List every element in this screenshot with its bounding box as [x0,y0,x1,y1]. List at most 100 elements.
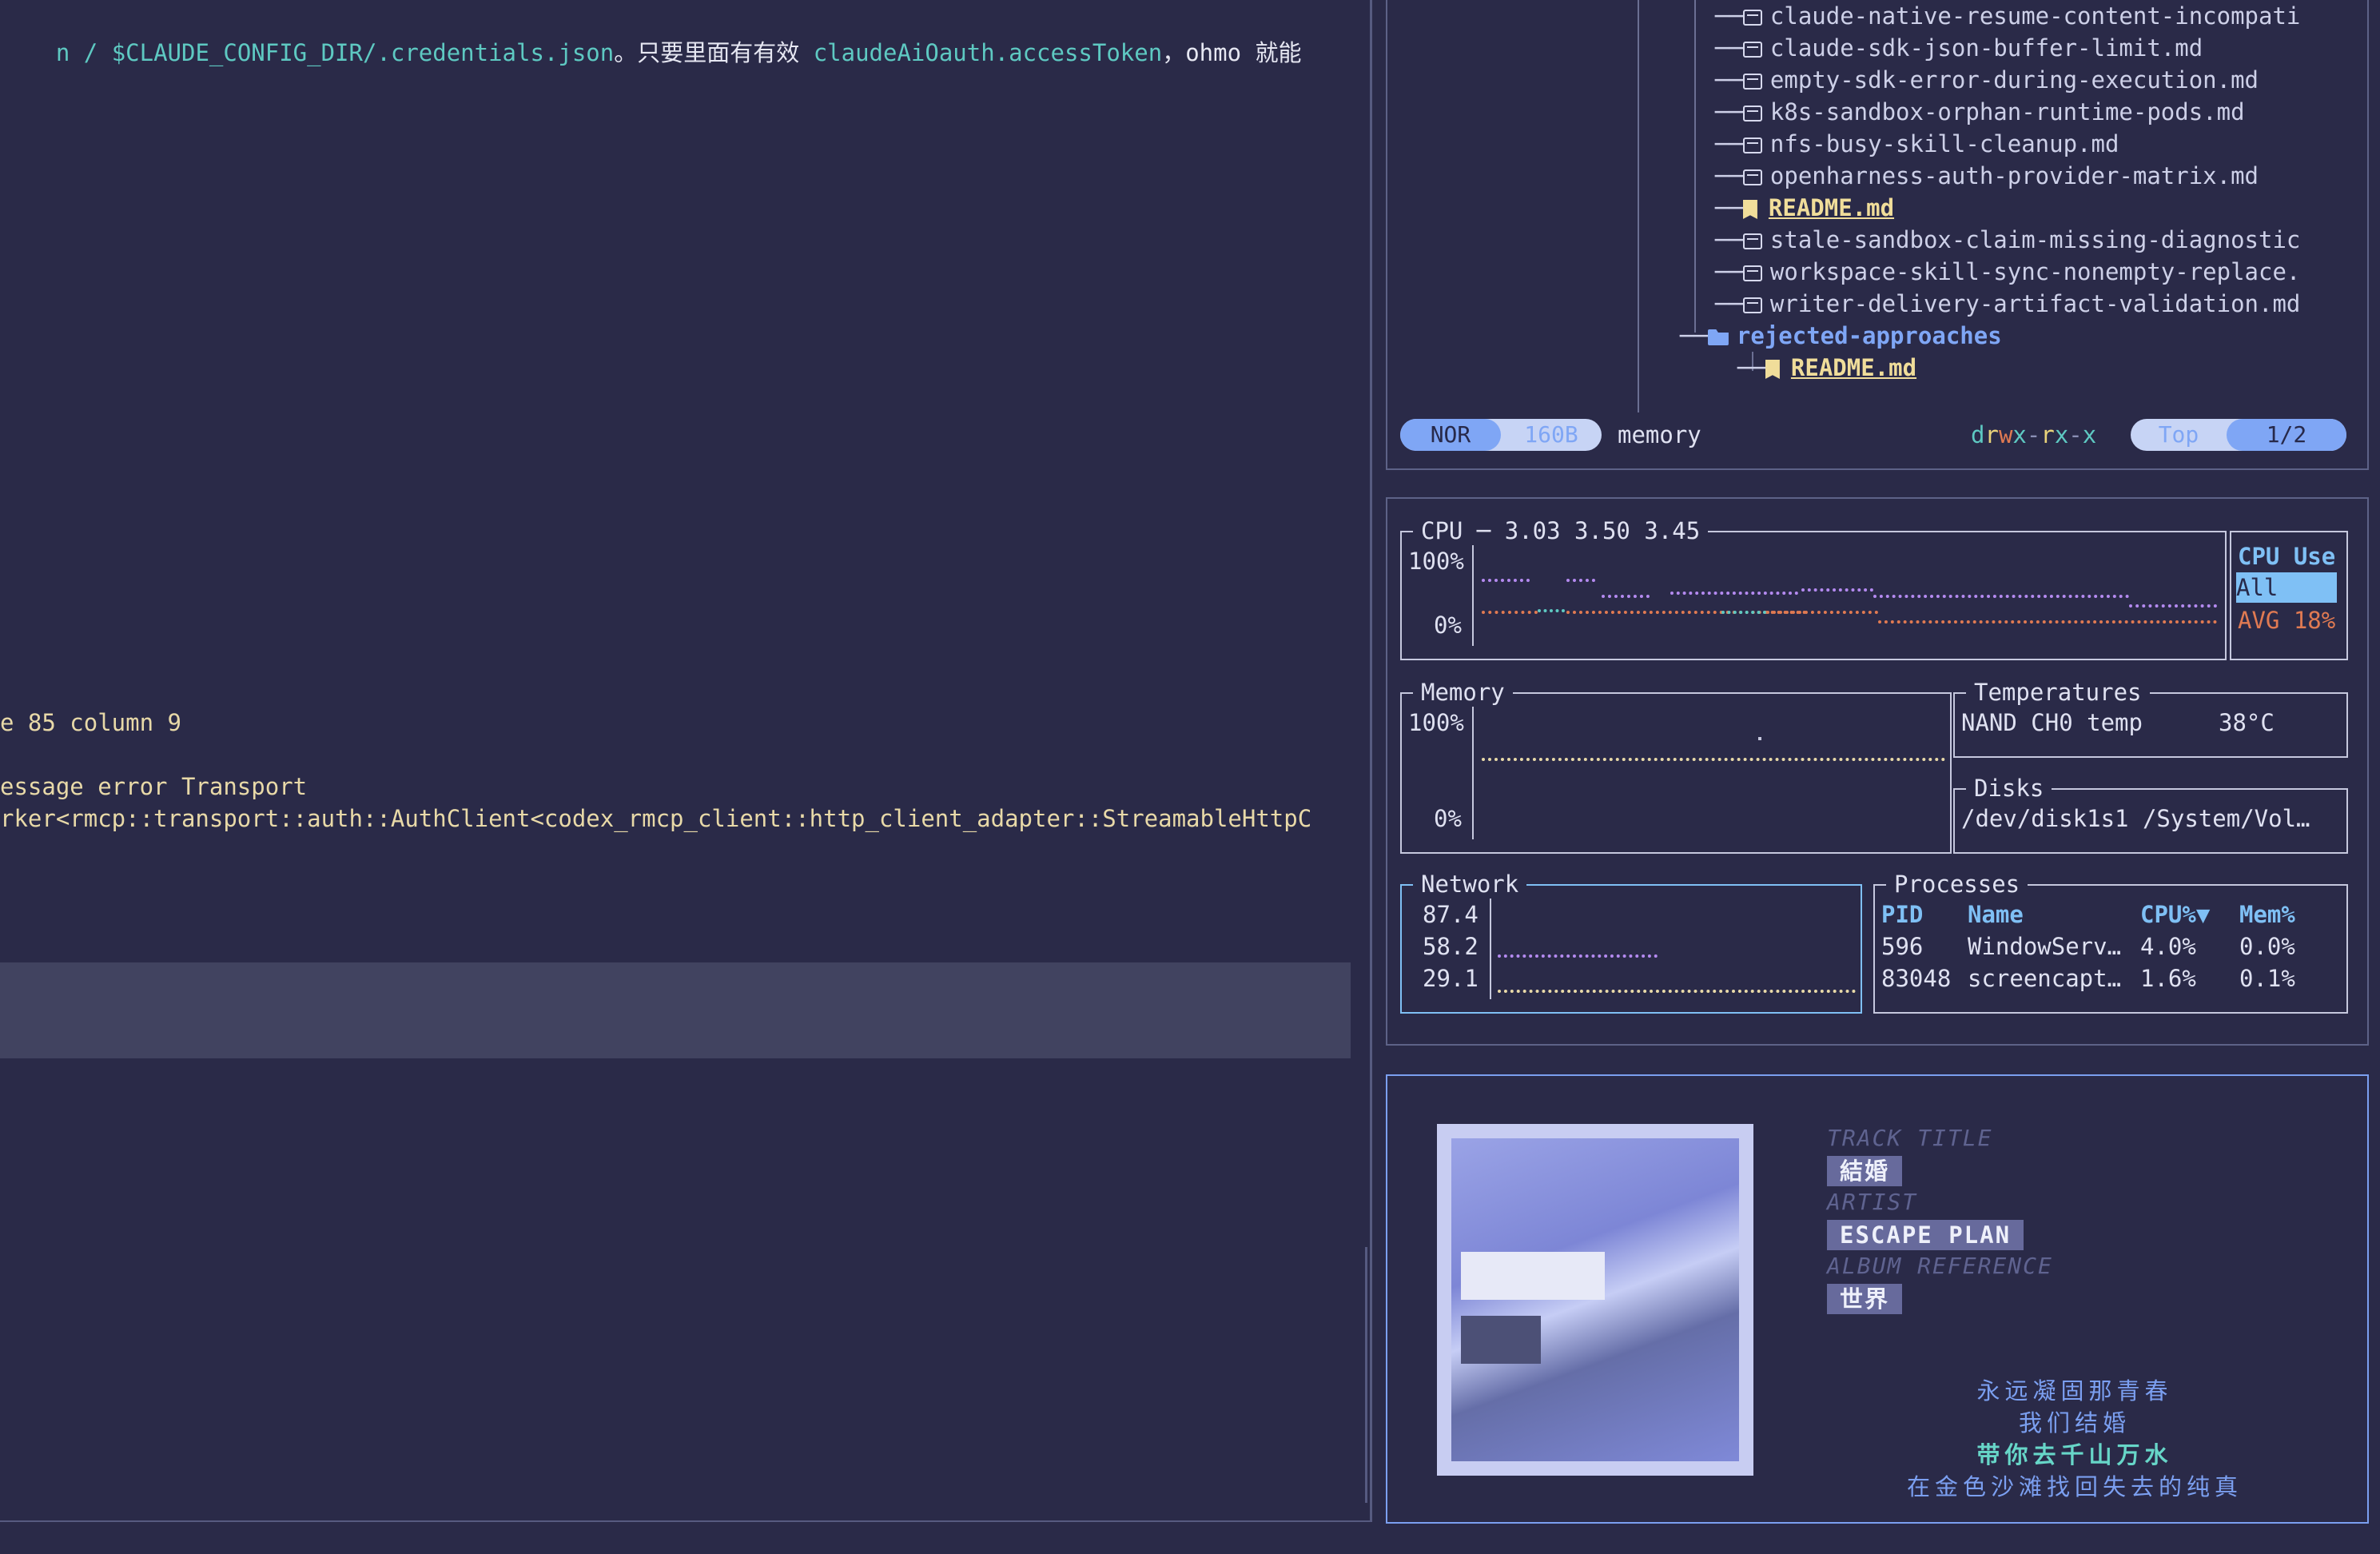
cpu-use-all-option[interactable]: All [2236,572,2337,603]
proc-header-name[interactable]: Name [1968,899,2024,930]
perm-char: - [2026,421,2041,448]
lyric-line: 永远凝固那青春 [1976,1377,2173,1405]
cpu-graph-segment [1538,609,1565,612]
cpu-graph-segment [1766,611,1878,614]
proc-header-mem[interactable]: Mem% [2239,899,2295,930]
perm-char: r [1984,421,1999,448]
text-seg: n / [55,39,112,66]
cpu-use-box[interactable]: CPU Use All AVG 18% [2230,531,2348,660]
file-name: k8s-sandbox-orphan-runtime-pods.md [1769,98,2245,126]
proc-pid[interactable]: 596 [1881,930,1923,962]
position-line: e 85 column 9 [0,709,181,736]
tree-item-file[interactable]: ── nfs-busy-skill-cleanup.md [1715,128,2119,160]
temperatures-box: Temperatures NAND CH0 temp 38°C [1953,676,2348,758]
cpu-use-avg: AVG 18% [2238,607,2336,634]
proc-pid[interactable]: 83048 [1881,962,1951,994]
network-tick: 29.1 [1423,965,1479,992]
temp-sensor-value: 38°C [2219,709,2275,736]
cpu-use-title: CPU Use [2238,543,2336,570]
file-name: stale-sandbox-claim-missing-diagnostic [1769,226,2301,253]
tree-item-file[interactable]: ── writer-delivery-artifact-validation.md [1715,288,2300,320]
tree-item-file[interactable]: ── k8s-sandbox-orphan-runtime-pods.md [1715,96,2245,128]
proc-mem[interactable]: 0.0% [2239,930,2295,962]
processes-box[interactable]: Processes PID Name CPU%▼ Mem% 596 Window… [1873,868,2348,1014]
proc-cpu[interactable]: 1.6% [2140,962,2196,994]
network-tick: 87.4 [1423,901,1479,928]
perm-char: r [2040,421,2055,448]
cpu-graph-segment [1721,611,1766,614]
tree-item-file[interactable]: ── stale-sandbox-claim-missing-diagnostic [1715,224,2300,256]
album-art[interactable] [1437,1124,1753,1476]
perm-char: d [1971,421,1985,448]
markdown-icon [1742,265,1762,281]
cpu-axis-min: 0% [1434,612,1462,639]
markdown-icon [1742,233,1762,249]
tree-item-file[interactable]: ── workspace-skill-sync-nonempty-replace. [1715,256,2300,288]
tree-item-file[interactable]: ── openharness-auth-provider-matrix.md [1715,160,2259,192]
album-art-shadow [1461,1316,1541,1364]
right-column: ── claude-native-resume-content-incompati… [1379,0,2370,1554]
file-name: README.md [1790,354,1917,381]
current-dir-name: memory [1618,421,1701,448]
text-seg: 。只要里面有有效 [614,39,814,66]
permissions: drwx-rx-x [1971,419,2096,451]
markdown-icon [1742,137,1762,153]
tree-item-file[interactable]: ── README.md [1715,192,1894,224]
folder-name: rejected-approaches [1736,322,2002,349]
cpu-graph-segment [1873,595,2129,598]
album-art-image [1451,1138,1739,1461]
network-title: Network [1413,868,1527,900]
file-name: writer-delivery-artifact-validation.md [1769,290,2301,317]
proc-cpu[interactable]: 4.0% [2140,930,2196,962]
bookmark-icon [1765,360,1780,379]
file-name: workspace-skill-sync-nonempty-replace. [1769,258,2301,285]
proc-mem[interactable]: 0.1% [2239,962,2295,994]
bookmark-icon [1742,200,1757,219]
tree-item-file[interactable]: ── claude-sdk-json-buffer-limit.md [1715,32,2203,64]
memory-title: Memory [1413,676,1513,708]
tree-item-rejected-approaches[interactable]: ── rejected-approaches [1680,320,2002,352]
cpu-graph-segment [1670,592,1798,595]
lyric-line: 我们结婚 [2018,1409,2131,1436]
pane-split-handle[interactable] [1365,1247,1367,1503]
config-path: $CLAUDE_CONFIG_DIR/.credentials.json [111,39,615,66]
disks-title: Disks [1966,772,2052,804]
network-graph-upload [1498,954,1658,958]
network-box: Network 87.4 58.2 29.1 [1400,868,1862,1014]
disk-row: /dev/disk1s1 /System/Vol… [1961,805,2310,832]
cpu-graph-segment [1482,579,1530,582]
proc-header-cpu[interactable]: CPU%▼ [2140,899,2210,930]
tree-item-file[interactable]: ── empty-sdk-error-during-execution.md [1715,64,2259,96]
proc-name[interactable]: WindowServ… [1968,930,2121,962]
credentials-line: n / $CLAUDE_CONFIG_DIR/.credentials.json… [0,5,1302,101]
markdown-icon [1742,42,1762,58]
network-graph-download [1498,990,1856,993]
scroll-position: Top [2158,421,2199,448]
editor-pane[interactable]: n / $CLAUDE_CONFIG_DIR/.credentials.json… [0,0,1372,1522]
system-monitor-panel: CPU ─ 3.03 3.50 3.45 100% 0% CPU Use All… [1386,497,2369,1046]
perm-char: x [2082,421,2097,448]
cpu-box: CPU ─ 3.03 3.50 3.45 100% 0% [1400,515,2227,660]
cpu-graph-segment [1566,579,1595,582]
input-highlight-bar[interactable] [0,962,1351,1058]
text-seg: ，ohmo 就能 [1162,39,1302,66]
memory-axis-min: 0% [1434,805,1462,832]
lyric-line: 在金色沙滩找回失去的纯真 [1906,1473,2243,1500]
error-line-2: rker<rmcp::transport::auth::AuthClient<c… [0,805,1312,832]
memory-box: Memory 100% 0% [1400,676,1952,854]
track-title-label: TRACK TITLE [1827,1125,1993,1151]
tree-item-folder-readme[interactable]: ── README.md [1737,352,1916,384]
perm-char: - [2068,421,2083,448]
temp-sensor-name: NAND CH0 temp [1961,709,2143,736]
proc-name[interactable]: screencapt… [1968,962,2121,994]
file-name: claude-native-resume-content-incompati [1769,2,2301,30]
mode-indicator: NOR [1400,419,1501,451]
cpu-graph-segment [1878,620,2217,624]
markdown-icon [1742,169,1762,185]
memory-graph [1482,758,1945,761]
album-art-highlight [1461,1252,1605,1300]
tree-item-file[interactable]: ── claude-native-resume-content-incompati [1715,0,2300,32]
proc-header-pid[interactable]: PID [1881,899,1923,930]
token-key: claudeAiOauth.accessToken [813,39,1163,66]
bottom-divider [0,1520,1370,1522]
